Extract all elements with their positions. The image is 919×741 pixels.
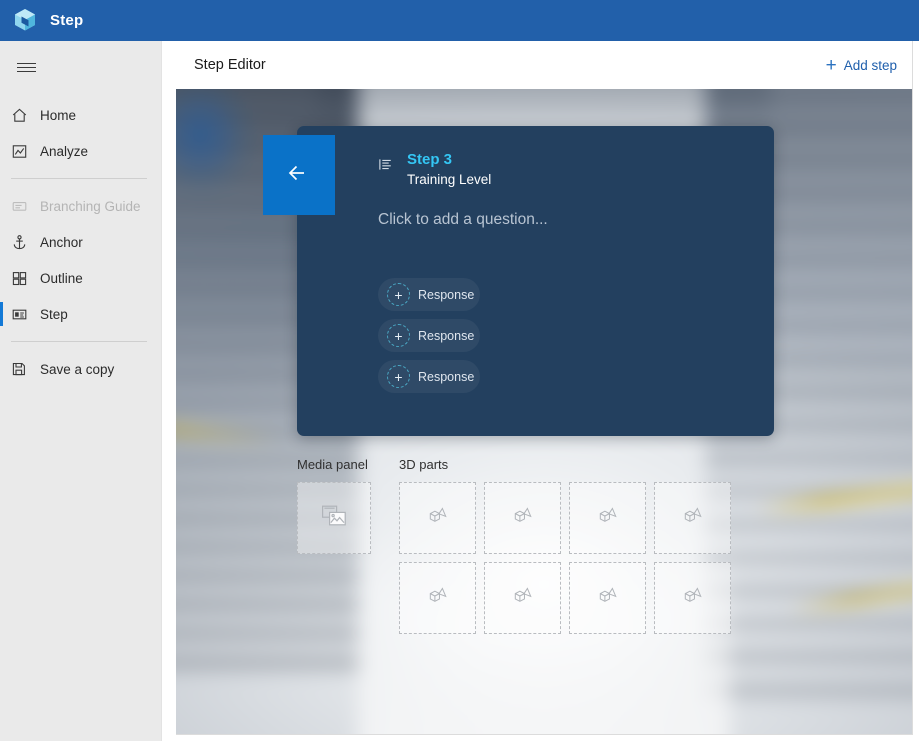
media-panel-title: Media panel bbox=[297, 457, 368, 472]
3d-part-icon bbox=[597, 585, 619, 612]
step-canvas[interactable]: Step 3 Training Level Click to add a que… bbox=[176, 89, 912, 734]
sidebar: Home Analyze Branching Guide Anchor Outl… bbox=[0, 41, 162, 741]
sidebar-divider bbox=[11, 178, 147, 179]
add-step-button[interactable]: + Add step bbox=[826, 56, 897, 75]
3d-part-icon bbox=[597, 505, 619, 532]
home-icon bbox=[11, 107, 28, 124]
anchor-icon bbox=[11, 234, 28, 251]
add-response-button[interactable]: + Response bbox=[378, 278, 480, 311]
response-label: Response bbox=[418, 328, 475, 343]
response-list: + Response + Response + Response bbox=[378, 278, 480, 393]
hamburger-menu-icon[interactable] bbox=[2, 49, 50, 85]
part-slot[interactable] bbox=[569, 562, 646, 634]
3d-part-icon bbox=[682, 505, 704, 532]
question-input-placeholder[interactable]: Click to add a question... bbox=[378, 211, 548, 229]
media-panel: Media panel bbox=[297, 457, 371, 634]
plus-in-dashed-circle-icon: + bbox=[387, 324, 410, 347]
plus-in-dashed-circle-icon: + bbox=[387, 283, 410, 306]
3d-part-icon bbox=[512, 505, 534, 532]
step-card-header: Step 3 Training Level bbox=[378, 151, 491, 187]
add-response-button[interactable]: + Response bbox=[378, 319, 480, 352]
add-step-label: Add step bbox=[843, 57, 897, 73]
plus-icon: + bbox=[825, 54, 837, 76]
media-image-stack-icon bbox=[321, 504, 347, 533]
sidebar-item-label: Save a copy bbox=[40, 361, 115, 377]
step-subtitle: Training Level bbox=[407, 172, 492, 187]
save-copy-icon bbox=[11, 361, 28, 378]
back-button[interactable] bbox=[263, 135, 335, 215]
sidebar-item-label: Analyze bbox=[40, 143, 89, 159]
arrow-left-icon bbox=[282, 156, 316, 195]
branching-guide-icon bbox=[11, 198, 28, 215]
outline-grid-icon bbox=[11, 270, 28, 287]
sidebar-item-label: Branching Guide bbox=[40, 198, 141, 214]
part-slot[interactable] bbox=[484, 562, 561, 634]
sidebar-item-anchor[interactable]: Anchor bbox=[0, 224, 161, 260]
parts-grid bbox=[399, 482, 731, 634]
analyze-chart-icon bbox=[11, 143, 28, 160]
sidebar-item-outline[interactable]: Outline bbox=[0, 260, 161, 296]
sidebar-item-home[interactable]: Home bbox=[0, 97, 161, 133]
part-slot[interactable] bbox=[569, 482, 646, 554]
response-label: Response bbox=[418, 287, 475, 302]
content-panel: Step Editor + Add step Step 3 Training L… bbox=[176, 41, 913, 735]
add-response-button[interactable]: + Response bbox=[378, 360, 480, 393]
step-card: Step 3 Training Level Click to add a que… bbox=[263, 126, 774, 436]
step-card-titles: Step 3 Training Level bbox=[407, 151, 491, 187]
parts-panel: 3D parts bbox=[399, 457, 731, 634]
content-header: Step Editor + Add step bbox=[176, 41, 912, 89]
3d-part-icon bbox=[512, 585, 534, 612]
response-label: Response bbox=[418, 369, 475, 384]
asset-panels: Media panel 3D parts bbox=[297, 457, 731, 634]
sidebar-item-label: Anchor bbox=[40, 234, 83, 250]
plus-in-dashed-circle-icon: + bbox=[387, 365, 410, 388]
sidebar-nav: Home Analyze Branching Guide Anchor Outl… bbox=[0, 97, 161, 387]
step-number-label: Step 3 bbox=[407, 151, 453, 168]
outline-list-icon bbox=[378, 157, 393, 177]
app-titlebar: Step bbox=[0, 0, 919, 41]
cube-logo-icon bbox=[10, 6, 40, 36]
parts-panel-title: 3D parts bbox=[399, 457, 449, 472]
sidebar-item-save-a-copy[interactable]: Save a copy bbox=[0, 351, 161, 387]
step-card-icon bbox=[11, 306, 28, 323]
3d-part-icon bbox=[682, 585, 704, 612]
part-slot[interactable] bbox=[654, 562, 731, 634]
sidebar-item-analyze[interactable]: Analyze bbox=[0, 133, 161, 169]
sidebar-item-label: Step bbox=[40, 306, 68, 322]
sidebar-divider bbox=[11, 341, 147, 342]
page-title: Step Editor bbox=[194, 57, 266, 73]
part-slot[interactable] bbox=[399, 482, 476, 554]
part-slot[interactable] bbox=[484, 482, 561, 554]
sidebar-item-label: Outline bbox=[40, 270, 83, 286]
sidebar-item-step[interactable]: Step bbox=[0, 296, 161, 332]
part-slot[interactable] bbox=[399, 562, 476, 634]
sidebar-item-label: Home bbox=[40, 107, 77, 123]
app-body: Home Analyze Branching Guide Anchor Outl… bbox=[0, 41, 919, 741]
3d-part-icon bbox=[427, 585, 449, 612]
sidebar-item-branching-guide: Branching Guide bbox=[0, 188, 161, 224]
part-slot[interactable] bbox=[654, 482, 731, 554]
app-title: Step bbox=[50, 12, 84, 29]
3d-part-icon bbox=[427, 505, 449, 532]
media-slot[interactable] bbox=[297, 482, 371, 554]
